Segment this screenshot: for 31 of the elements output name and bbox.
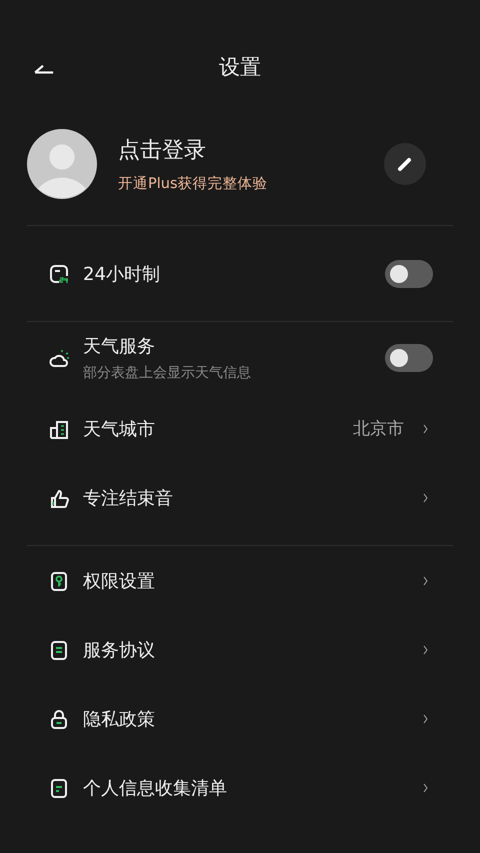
building-icon [49,418,69,438]
setting-label: 天气城市 [83,418,156,440]
plus-promo-text[interactable]: 开通Plus获得完整体验 [118,174,384,193]
login-link[interactable]: 点击登录 [118,135,384,165]
toggle-switch[interactable] [385,344,433,372]
setting-label: 个人信息收集清单 [83,776,228,800]
avatar-icon [27,129,97,199]
setting-label: 天气服务 [83,335,156,358]
document-icon [49,778,69,798]
setting-description: 部分表盘上会显示天气信息 [83,364,252,382]
settings-row[interactable]: 个人信息收集清单 [27,753,453,822]
page-title: 设置 [219,54,261,81]
calendar-icon [49,264,69,284]
thumbs-up-icon [49,488,69,508]
setting-label: 权限设置 [83,570,156,592]
settings-row[interactable]: 隐私政策 [27,684,453,753]
setting-label: 服务协议 [83,638,156,662]
settings-row[interactable]: 服务协议 [27,615,453,684]
settings-row[interactable]: 权限设置 [27,546,453,615]
document-icon [49,640,69,660]
key-icon [49,570,69,590]
settings-row[interactable]: 专注结束音 [27,463,453,532]
settings-row[interactable]: 天气城市 北京市 [27,394,453,463]
setting-value: 北京市 [353,418,404,440]
setting-label: 隐私政策 [83,708,156,730]
edit-button[interactable] [384,143,426,185]
setting-label: 专注结束音 [83,486,174,510]
lock-icon [49,708,69,728]
setting-label: 24小时制 [83,262,161,286]
cloud-sun-icon [49,348,69,368]
toggle-switch[interactable] [385,260,433,288]
